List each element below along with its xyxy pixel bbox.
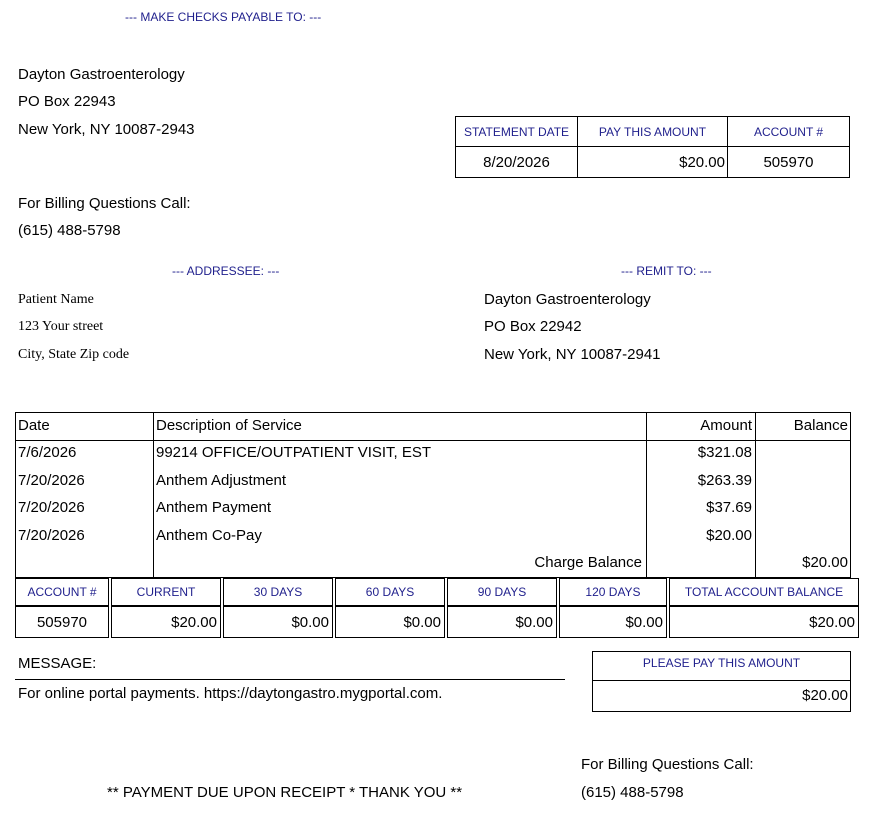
charge-row-date: 7/20/2026 [18,499,85,516]
addressee-street: 123 Your street [18,319,104,334]
pay-box-header: PLEASE PAY THIS AMOUNT [592,651,851,681]
col-header-amount: Amount [700,417,752,434]
aging-table: ACCOUNT # CURRENT 30 DAYS 60 DAYS 90 DAY… [13,578,861,638]
remit-name: Dayton Gastroenterology [484,291,651,308]
billing-phone: (615) 488-5798 [18,222,121,239]
aging-header-30-days: 30 DAYS [223,578,333,606]
charge-balance-label: Charge Balance [534,554,642,571]
charges-table: Date Description of Service Amount Balan… [15,412,851,578]
message-label: MESSAGE: [18,655,97,672]
aging-value-total: $20.00 [669,606,859,638]
aging-header-90-days: 90 DAYS [447,578,557,606]
pay-box-amount: $20.00 [802,687,848,704]
aging-header-account: ACCOUNT # [15,578,109,606]
charge-row-description: 99214 OFFICE/OUTPATIENT VISIT, EST [156,444,432,461]
addressee-heading: --- ADDRESSEE: --- [172,264,280,278]
remit-heading: --- REMIT TO: --- [621,264,712,278]
col-header-description: Description of Service [156,417,302,434]
col-header-balance: Balance [793,417,848,434]
footer-billing-phone: (615) 488-5798 [581,784,684,801]
footer-billing-label: For Billing Questions Call: [581,756,754,773]
charge-row-amount: $263.39 [697,472,752,489]
account-value: 505970 [727,146,850,178]
aging-value-current: $20.00 [111,606,221,638]
message-divider [15,679,565,680]
statement-date-value: 8/20/2026 [455,146,578,178]
aging-value-60-days: $0.00 [335,606,445,638]
make-checks-heading: --- MAKE CHECKS PAYABLE TO: --- [125,10,322,24]
aging-value-120-days: $0.00 [559,606,667,638]
pay-amount-value: $20.00 [577,146,728,178]
addressee-city: City, State Zip code [18,347,130,362]
charge-row-description: Anthem Payment [156,499,272,516]
addressee-name: Patient Name [18,292,94,307]
charge-row-date: 7/20/2026 [18,472,85,489]
charge-row-description: Anthem Co-Pay [156,527,262,544]
aging-header-total: TOTAL ACCOUNT BALANCE [669,578,859,606]
charge-row-description: Anthem Adjustment [156,472,287,489]
payee-address-1: PO Box 22943 [18,93,116,110]
charge-row-amount: $321.08 [697,444,752,461]
message-text: For online portal payments. https://dayt… [18,685,443,702]
remit-address-1: PO Box 22942 [484,318,582,335]
charge-row-date: 7/20/2026 [18,527,85,544]
aging-value-90-days: $0.00 [447,606,557,638]
remit-address-2: New York, NY 10087-2941 [484,346,661,363]
pay-box-value: $20.00 [592,680,851,712]
billing-questions-label: For Billing Questions Call: [18,195,191,212]
charge-balance-value: $20.00 [802,554,848,571]
payment-due-notice: ** PAYMENT DUE UPON RECEIPT * THANK YOU … [107,784,463,801]
charge-row-amount: $37.69 [706,499,752,516]
aging-value-30-days: $0.00 [223,606,333,638]
aging-value-account: 505970 [15,606,109,638]
statement-summary-table: STATEMENT DATE PAY THIS AMOUNT ACCOUNT #… [455,116,850,178]
payee-address-2: New York, NY 10087-2943 [18,121,195,138]
payee-name: Dayton Gastroenterology [18,66,185,83]
account-label: ACCOUNT # [727,116,850,147]
statement-date-label: STATEMENT DATE [455,116,578,147]
pay-amount-label: PAY THIS AMOUNT [577,116,728,147]
aging-header-120-days: 120 DAYS [559,578,667,606]
aging-header-60-days: 60 DAYS [335,578,445,606]
aging-header-current: CURRENT [111,578,221,606]
charge-row-date: 7/6/2026 [18,444,77,461]
col-header-date: Date [18,417,50,434]
charge-row-amount: $20.00 [706,527,752,544]
pay-box-label: PLEASE PAY THIS AMOUNT [642,656,801,670]
